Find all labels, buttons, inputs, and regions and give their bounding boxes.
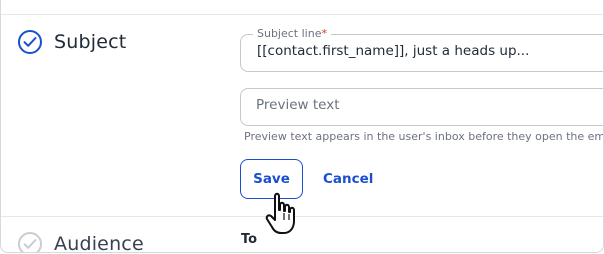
to-label: To [241, 232, 258, 247]
audience-section-header[interactable]: Audience [18, 232, 144, 253]
top-divider [1, 14, 603, 15]
subject-line-value[interactable]: [[contact.first_name]], just a heads up.… [257, 43, 529, 59]
preview-text-field[interactable] [240, 88, 603, 126]
subject-line-label: Subject line* [253, 27, 331, 40]
cancel-button[interactable]: Cancel [316, 166, 380, 192]
hand-pointer-cursor-icon [265, 192, 295, 234]
preview-text-input[interactable] [256, 97, 603, 113]
subject-line-field[interactable]: Subject line* [[contact.first_name]], ju… [240, 27, 603, 72]
check-circle-icon [18, 30, 42, 54]
preview-text-helper: Preview text appears in the user's inbox… [244, 130, 604, 143]
email-setup-panel: Subject Subject line* [[contact.first_na… [0, 0, 604, 253]
audience-section-title: Audience [54, 233, 144, 253]
check-circle-icon [18, 232, 42, 252]
subject-section-title: Subject [54, 31, 127, 53]
subject-section-header: Subject [18, 30, 126, 54]
required-mark: * [321, 27, 327, 40]
